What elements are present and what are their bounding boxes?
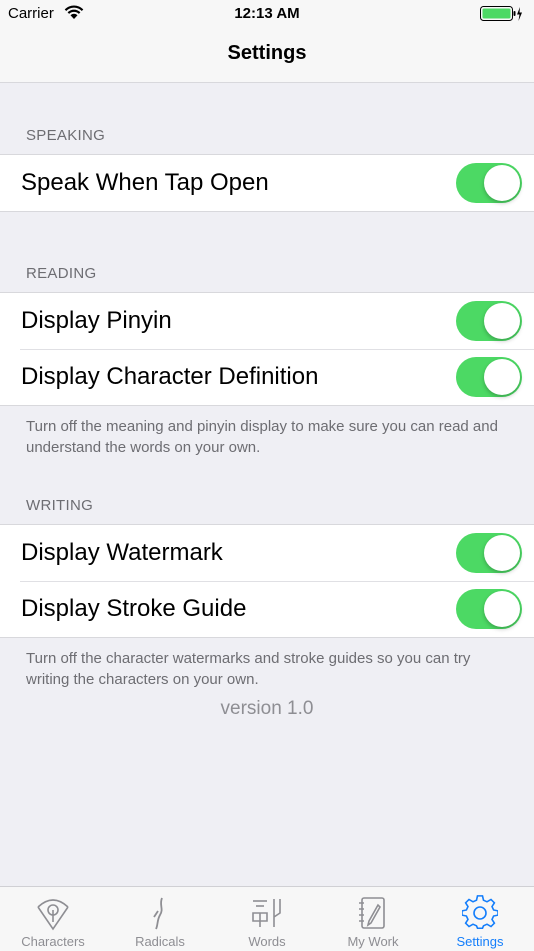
- characters-icon: [35, 895, 71, 931]
- reading-footer: Turn off the meaning and pinyin display …: [26, 418, 498, 456]
- toggle-knob: [484, 359, 520, 395]
- toggle-knob: [484, 165, 520, 201]
- display-stroke-guide-toggle[interactable]: [456, 589, 522, 629]
- navigation-bar: Settings: [0, 28, 534, 83]
- setting-label: Display Character Definition: [21, 363, 319, 390]
- section-header-speaking: SPEAKING: [26, 127, 106, 144]
- toggle-knob: [484, 303, 520, 339]
- tab-label: Settings: [456, 934, 504, 949]
- setting-row-display-watermark: Display Watermark: [0, 525, 534, 581]
- toggle-knob: [484, 535, 520, 571]
- words-icon: [249, 895, 285, 931]
- setting-label: Display Watermark: [21, 539, 223, 566]
- tab-bar: Characters Radicals Words My Work Settin…: [0, 886, 534, 951]
- tab-label: Words: [248, 934, 286, 949]
- section-header-writing: WRITING: [26, 497, 94, 514]
- setting-row-display-character-definition: Display Character Definition: [0, 349, 534, 405]
- tab-label: Characters: [21, 934, 85, 949]
- status-bar: Carrier 12:13 AM: [0, 0, 534, 28]
- display-watermark-toggle[interactable]: [456, 533, 522, 573]
- status-time: 12:13 AM: [234, 5, 300, 22]
- gear-icon: [461, 895, 499, 931]
- battery-icon: [480, 6, 524, 27]
- tab-my-work[interactable]: My Work: [320, 887, 426, 951]
- display-pinyin-toggle[interactable]: [456, 301, 522, 341]
- display-character-definition-toggle[interactable]: [456, 357, 522, 397]
- setting-label: Speak When Tap Open: [21, 169, 269, 196]
- section-header-reading: READING: [26, 265, 97, 282]
- my-work-icon: [355, 895, 391, 931]
- writing-group: Display Watermark Display Stroke Guide: [0, 524, 534, 638]
- setting-label: Display Stroke Guide: [21, 595, 247, 622]
- speaking-group: Speak When Tap Open: [0, 154, 534, 212]
- setting-row-speak-when-tap-open: Speak When Tap Open: [0, 155, 534, 211]
- reading-group: Display Pinyin Display Character Definit…: [0, 292, 534, 406]
- radicals-icon: [142, 895, 178, 931]
- tab-radicals[interactable]: Radicals: [107, 887, 213, 951]
- tab-words[interactable]: Words: [214, 887, 320, 951]
- version-label: version 1.0: [220, 698, 314, 719]
- tab-settings[interactable]: Settings: [427, 887, 533, 951]
- speak-when-tap-open-toggle[interactable]: [456, 163, 522, 203]
- page-title: Settings: [227, 42, 307, 64]
- setting-row-display-pinyin: Display Pinyin: [0, 293, 534, 349]
- setting-label: Display Pinyin: [21, 307, 172, 334]
- tab-label: My Work: [347, 934, 399, 949]
- tab-label: Radicals: [135, 934, 185, 949]
- setting-row-display-stroke-guide: Display Stroke Guide: [0, 581, 534, 637]
- writing-footer: Turn off the character watermarks and st…: [26, 650, 471, 688]
- toggle-knob: [484, 591, 520, 627]
- tab-characters[interactable]: Characters: [0, 887, 106, 951]
